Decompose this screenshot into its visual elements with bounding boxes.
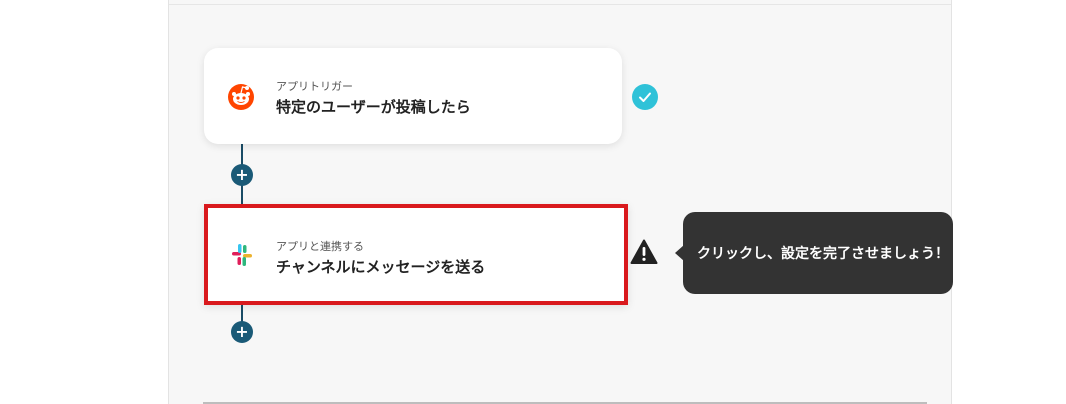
warning-triangle-icon xyxy=(630,239,658,264)
check-circle-icon xyxy=(632,84,658,110)
step-kicker: アプリトリガー xyxy=(276,80,353,93)
step-card-action[interactable]: アプリと連携する チャンネルにメッセージを送る xyxy=(204,204,628,305)
flow-canvas: アプリトリガー 特定のユーザーが投稿したら + アプリと連携する チャンネルにメ… xyxy=(168,0,953,404)
add-step-button[interactable]: + xyxy=(231,164,253,186)
step-title: チャンネルにメッセージを送る xyxy=(276,258,486,276)
step-card-trigger[interactable]: アプリトリガー 特定のユーザーが投稿したら xyxy=(204,48,622,144)
divider xyxy=(169,4,951,5)
setup-tooltip: クリックし、設定を完了させましょう！ xyxy=(683,212,953,294)
tooltip-text: クリックし、設定を完了させましょう！ xyxy=(697,246,949,262)
plus-icon: + xyxy=(235,322,249,341)
add-step-button[interactable]: + xyxy=(231,321,253,343)
step-kicker: アプリと連携する xyxy=(276,240,364,253)
slack-icon xyxy=(232,243,252,266)
plus-icon: + xyxy=(235,165,249,184)
step-title: 特定のユーザーが投稿したら xyxy=(276,98,471,116)
reddit-icon xyxy=(228,84,254,110)
